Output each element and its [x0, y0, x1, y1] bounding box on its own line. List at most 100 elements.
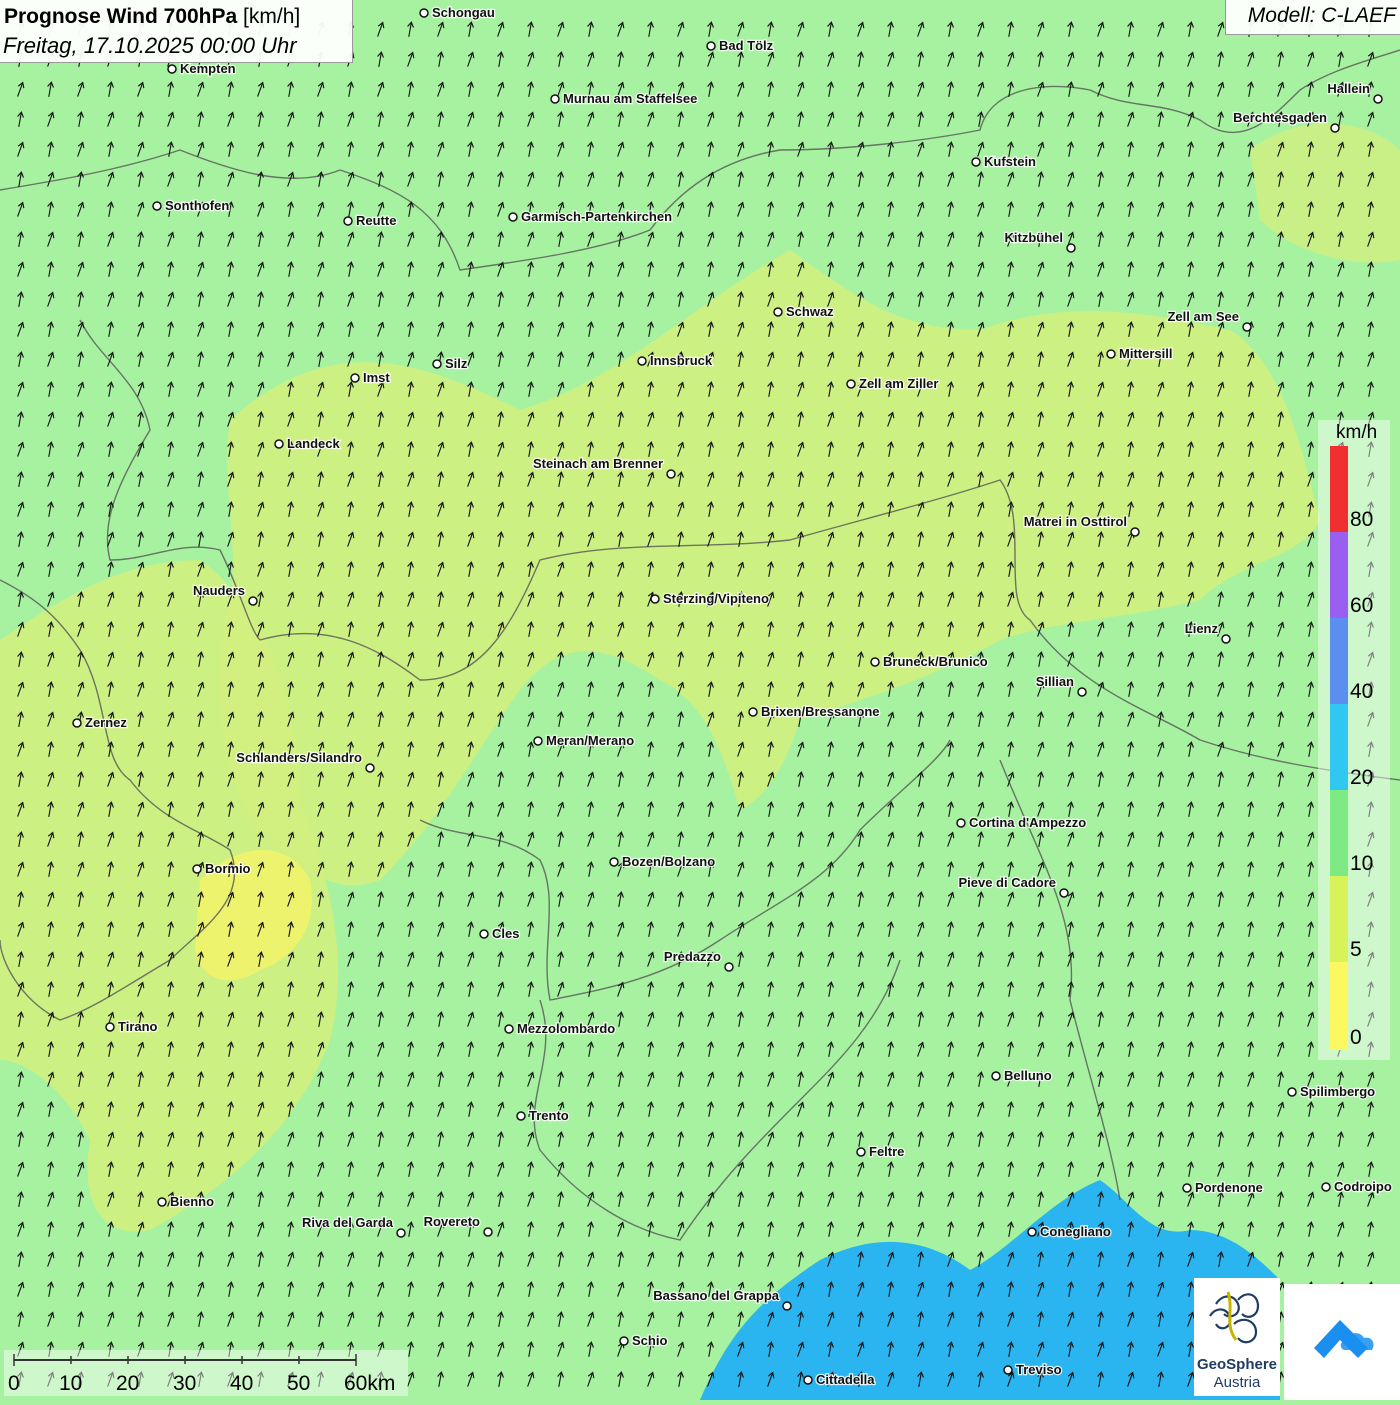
city-marker: Bozen/Bolzano: [609, 853, 716, 870]
city-label: Mittersill: [1119, 346, 1172, 361]
weather-app-icon: [1314, 1320, 1374, 1358]
city-label: Kempten: [180, 61, 236, 76]
city-label: Bruneck/Brunico: [883, 654, 988, 669]
city-label: Bormio: [205, 861, 251, 876]
geosphere-emblem-icon: [1209, 1291, 1260, 1344]
city-label: Steinach am Brenner: [533, 456, 663, 471]
city-label: Bozen/Bolzano: [622, 854, 715, 869]
legend-tick: 10: [1350, 852, 1374, 875]
city-label: Sonthofen: [165, 198, 229, 213]
scale-label: 10: [59, 1372, 83, 1395]
legend-tick: 60: [1350, 594, 1374, 617]
title-box: Prognose Wind 700hPa [km/h] Freitag, 17.…: [0, 0, 353, 63]
city-label: Predazzo: [664, 949, 721, 964]
city-label: Belluno: [1004, 1068, 1052, 1083]
city-marker: Conegliano: [1027, 1223, 1112, 1240]
geosphere-country: Austria: [1213, 1374, 1261, 1391]
color-legend: km/h 80 60 40 20 10 5 0: [1318, 420, 1390, 1060]
city-marker: Meran/Merano: [533, 732, 635, 749]
city-marker: Spilimbergo: [1287, 1083, 1376, 1100]
city-label: Schlanders/Silandro: [236, 750, 362, 765]
city-label: Meran/Merano: [546, 733, 634, 748]
scale-bar: 0 10 20 30 40 50 60km: [4, 1350, 408, 1396]
city-label: Pordenone: [1195, 1180, 1263, 1195]
map-unit: [km/h]: [243, 5, 301, 28]
legend-segment-40: [1330, 618, 1348, 704]
city-label: Bassano del Grappa: [653, 1288, 779, 1303]
city-label: Spilimbergo: [1300, 1084, 1375, 1099]
weather-app-logo[interactable]: [1284, 1284, 1400, 1400]
city-label: Murnau am Staffelsee: [563, 91, 697, 106]
forecast-datetime: Freitag, 17.10.2025 00:00 Uhr: [3, 33, 297, 58]
city-label: Nauders: [193, 583, 245, 598]
city-label: Riva del Garda: [302, 1215, 394, 1230]
city-marker: Zell am Ziller: [846, 375, 940, 392]
city-marker: Sonthofen: [152, 197, 231, 214]
model-label: Modell: C-LAEF: [1247, 4, 1396, 27]
legend-tick: 40: [1350, 680, 1374, 703]
city-marker: Cortina d'Ampezzo: [956, 814, 1088, 831]
city-label: Zell am See: [1167, 309, 1239, 324]
scale-label: 40: [230, 1372, 254, 1395]
city-label: Innsbruck: [650, 353, 713, 368]
geosphere-logo[interactable]: GeoSphere Austria: [1194, 1278, 1280, 1396]
city-label: Brixen/Bressanone: [761, 704, 880, 719]
legend-unit: km/h: [1336, 422, 1378, 443]
title-line: Prognose Wind 700hPa [km/h]: [4, 5, 300, 29]
city-label: Treviso: [1016, 1362, 1062, 1377]
scale-bar-ruler: [13, 1354, 357, 1366]
city-label: Landeck: [287, 436, 341, 451]
legend-segment-5: [1330, 876, 1348, 962]
city-marker: Innsbruck: [637, 352, 714, 369]
city-marker: Garmisch-Partenkirchen: [508, 208, 673, 225]
city-label: Trento: [529, 1108, 569, 1123]
city-label: Cittadella: [816, 1372, 875, 1387]
city-label: Cortina d'Ampezzo: [969, 815, 1086, 830]
city-label: Codroipo: [1334, 1179, 1392, 1194]
legend-tick: 0: [1350, 1026, 1362, 1049]
geosphere-name: GeoSphere: [1196, 1356, 1278, 1373]
city-label: Bienno: [170, 1194, 214, 1209]
legend-segment-10: [1330, 790, 1348, 876]
city-label: Matrei in Osttirol: [1024, 514, 1127, 529]
city-label: Rovereto: [424, 1214, 480, 1229]
model-box: Modell: C-LAEF: [1225, 0, 1400, 35]
legend-tick: 80: [1350, 508, 1374, 531]
city-marker: Murnau am Staffelsee: [550, 90, 699, 107]
scale-label: 50: [287, 1372, 311, 1395]
city-label: Lienz: [1185, 621, 1219, 636]
map-title: Prognose Wind 700hPa: [4, 5, 238, 28]
wind-map: Schongau Bad Tölz Kempten Murnau am Staffel…: [0, 0, 1400, 1400]
city-label: Schongau: [432, 5, 495, 20]
city-marker: Pordenone: [1182, 1179, 1264, 1196]
city-label: Sterzing/Vipiteno: [663, 591, 769, 606]
city-label: Zernez: [85, 715, 127, 730]
city-label: Cles: [492, 926, 519, 941]
city-marker: Brixen/Bressanone: [748, 703, 881, 720]
city-label: Berchtesgaden: [1233, 110, 1327, 125]
city-label: Silz: [445, 356, 468, 371]
city-label: Reutte: [356, 213, 396, 228]
city-marker: Bruneck/Brunico: [870, 653, 989, 670]
legend-segment-0: [1330, 962, 1348, 1050]
legend-segment-20: [1330, 704, 1348, 790]
city-label: Kufstein: [984, 154, 1036, 169]
city-label: Mezzolombardo: [517, 1021, 615, 1036]
city-label: Conegliano: [1040, 1224, 1111, 1239]
city-marker: Sterzing/Vipiteno: [650, 590, 770, 607]
city-label: Schwaz: [786, 304, 834, 319]
city-label: Sillian: [1036, 674, 1074, 689]
legend-segment-60: [1330, 532, 1348, 618]
city-label: Schio: [632, 1333, 667, 1348]
city-label: Garmisch-Partenkirchen: [521, 209, 672, 224]
scale-label: 30: [173, 1372, 197, 1395]
city-label: Bad Tölz: [719, 38, 774, 53]
legend-tick: 5: [1350, 938, 1362, 961]
city-label: Hallein: [1327, 81, 1370, 96]
scale-label: 0: [8, 1372, 20, 1395]
city-label: Pieve di Cadore: [958, 875, 1056, 890]
legend-segment-80: [1330, 446, 1348, 532]
city-label: Tirano: [118, 1019, 158, 1034]
city-label: Imst: [363, 370, 390, 385]
scale-label: 20: [116, 1372, 140, 1395]
